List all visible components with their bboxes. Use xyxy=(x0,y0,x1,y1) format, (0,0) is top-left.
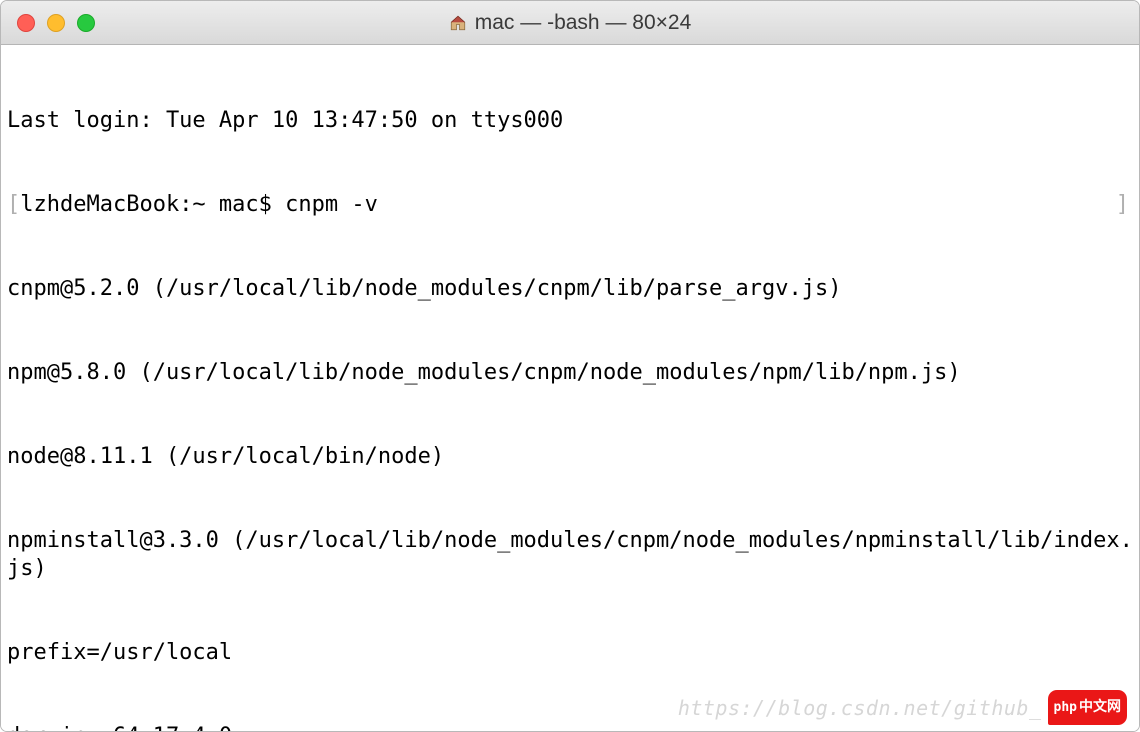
terminal-line: npminstall@3.3.0 (/usr/local/lib/node_mo… xyxy=(7,527,1133,583)
terminal-line: darwin x64 17.4.0 xyxy=(7,723,1133,731)
prompt-with-command: lzhdeMacBook:~ mac$ cnpm -v xyxy=(20,191,378,219)
minimize-button[interactable] xyxy=(47,14,65,32)
terminal-line: prefix=/usr/local xyxy=(7,639,1133,667)
right-bracket: ] xyxy=(1116,191,1133,219)
window-title: mac — -bash — 80×24 xyxy=(475,11,692,35)
left-bracket: [ xyxy=(7,191,20,219)
maximize-button[interactable] xyxy=(77,14,95,32)
badge-main: php xyxy=(1054,694,1077,722)
home-icon xyxy=(449,14,467,32)
terminal-line: cnpm@5.2.0 (/usr/local/lib/node_modules/… xyxy=(7,275,1133,303)
watermark: https://blog.csdn.net/github_ php中文网 xyxy=(678,690,1127,725)
badge-cn: 中文网 xyxy=(1079,693,1121,721)
terminal-line: npm@5.8.0 (/usr/local/lib/node_modules/c… xyxy=(7,359,1133,387)
watermark-text: https://blog.csdn.net/github_ xyxy=(678,694,1042,722)
terminal-line: Last login: Tue Apr 10 13:47:50 on ttys0… xyxy=(7,107,1133,135)
terminal-window: mac — -bash — 80×24 Last login: Tue Apr … xyxy=(0,0,1140,732)
close-button[interactable] xyxy=(17,14,35,32)
php-badge-icon: php中文网 xyxy=(1048,690,1127,725)
terminal-line: node@8.11.1 (/usr/local/bin/node) xyxy=(7,443,1133,471)
titlebar[interactable]: mac — -bash — 80×24 xyxy=(1,1,1139,45)
window-title-area: mac — -bash — 80×24 xyxy=(1,11,1139,35)
traffic-lights xyxy=(1,14,95,32)
terminal-line: [lzhdeMacBook:~ mac$ cnpm -v] xyxy=(7,191,1133,219)
terminal-body[interactable]: Last login: Tue Apr 10 13:47:50 on ttys0… xyxy=(1,45,1139,731)
